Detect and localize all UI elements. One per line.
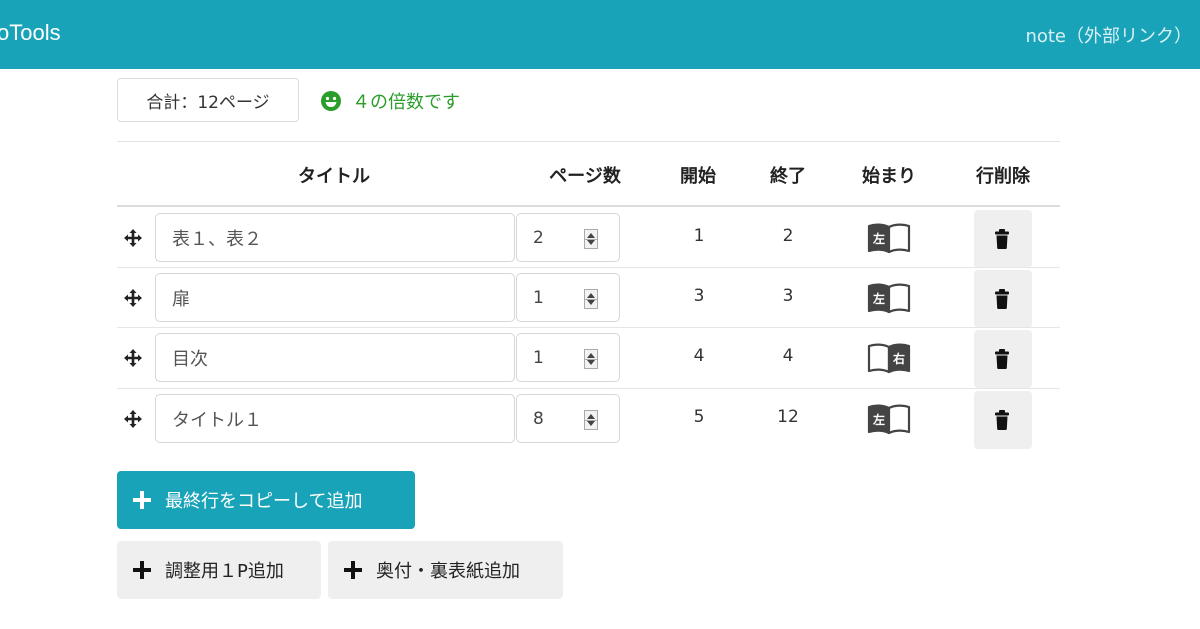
row-title-input[interactable]	[155, 333, 515, 382]
start-page: 4	[693, 346, 705, 366]
table-row: 8 5 12 左	[117, 389, 1060, 449]
multiple-of-four-status: ４の倍数です	[320, 88, 460, 114]
note-external-link[interactable]: note（外部リンク）	[1025, 22, 1192, 48]
end-page: 12	[777, 407, 799, 427]
table-header-divider	[117, 205, 1060, 207]
open-book-icon: 左	[867, 282, 911, 314]
spinner-icon[interactable]	[584, 410, 598, 430]
plus-icon	[133, 561, 151, 579]
total-pages-badge: 合計：12ページ	[117, 78, 299, 122]
open-book-icon: 左	[867, 403, 911, 435]
delete-row-button[interactable]	[974, 270, 1032, 328]
drag-handle-icon[interactable]	[124, 349, 142, 367]
row-title-input[interactable]	[155, 394, 515, 443]
copy-last-row-label: 最終行をコピーして追加	[165, 491, 363, 512]
spinner-icon[interactable]	[584, 289, 598, 309]
drag-handle-icon[interactable]	[124, 229, 142, 247]
drag-handle-icon[interactable]	[124, 410, 142, 428]
page-count-value: 8	[533, 409, 544, 429]
copy-last-row-button[interactable]: 最終行をコピーして追加	[117, 471, 415, 529]
spinner-icon[interactable]	[584, 229, 598, 249]
page-count-input[interactable]: 8	[516, 394, 620, 443]
header-pages: ページ数	[549, 166, 621, 187]
table-row: 2 1 2 左	[117, 208, 1060, 268]
header-title: タイトル	[298, 166, 370, 187]
spinner-icon[interactable]	[584, 349, 598, 369]
delete-row-button[interactable]	[974, 330, 1032, 388]
add-colophon-label: 奥付・裏表紙追加	[376, 561, 520, 582]
start-page: 5	[693, 407, 705, 427]
header-start: 開始	[680, 166, 716, 187]
page-count-value: 1	[533, 288, 544, 308]
add-adjust-page-button[interactable]: 調整用１P追加	[117, 541, 321, 599]
table-row: 1 3 3 左	[117, 268, 1060, 328]
status-text: ４の倍数です	[352, 92, 460, 113]
app-brand[interactable]: oTools	[0, 20, 61, 46]
end-page: 2	[782, 226, 794, 246]
page-count-input[interactable]: 2	[516, 213, 620, 262]
plus-icon	[344, 561, 362, 579]
add-adjust-page-label: 調整用１P追加	[165, 561, 284, 582]
divider	[117, 141, 1060, 142]
row-title-input[interactable]	[155, 213, 515, 262]
page-count-input[interactable]: 1	[516, 333, 620, 382]
drag-handle-icon[interactable]	[124, 289, 142, 307]
open-book-icon: 右	[867, 342, 911, 374]
svg-text:左: 左	[872, 231, 885, 246]
table-row: 1 4 4 右	[117, 328, 1060, 388]
plus-icon	[133, 491, 151, 509]
svg-text:右: 右	[892, 351, 905, 366]
end-page: 3	[782, 286, 794, 306]
end-page: 4	[782, 346, 794, 366]
svg-text:左: 左	[872, 412, 885, 427]
start-page: 1	[693, 226, 705, 246]
header-end: 終了	[770, 166, 806, 187]
header-begin-side: 始まり	[862, 166, 916, 187]
page-count-value: 1	[533, 348, 544, 368]
header-delete: 行削除	[976, 166, 1030, 187]
page-count-input[interactable]: 1	[516, 273, 620, 322]
delete-row-button[interactable]	[974, 210, 1032, 268]
top-navbar: oTools note（外部リンク）	[0, 0, 1200, 69]
open-book-icon: 左	[867, 222, 911, 254]
page-count-value: 2	[533, 228, 544, 248]
smile-icon	[321, 91, 341, 111]
add-colophon-button[interactable]: 奥付・裏表紙追加	[328, 541, 563, 599]
delete-row-button[interactable]	[974, 391, 1032, 449]
start-page: 3	[693, 286, 705, 306]
svg-text:左: 左	[872, 291, 885, 306]
row-title-input[interactable]	[155, 273, 515, 322]
